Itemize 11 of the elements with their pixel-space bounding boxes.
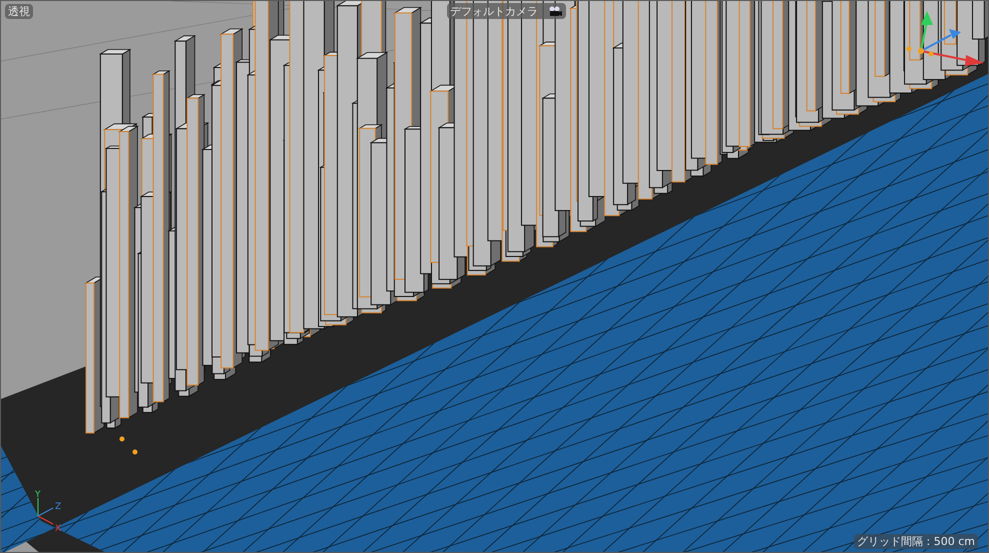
axis-gizmo-drawing [38, 498, 54, 524]
camera-icon [548, 6, 562, 16]
camera-label: デフォルトカメラ [450, 4, 538, 18]
move-gizmo-drawing[interactable] [906, 11, 984, 66]
grid-spacing-label: グリッド間隔 : 500 cm [854, 534, 978, 549]
camera-menu[interactable]: デフォルトカメラ [447, 3, 566, 19]
view-label[interactable]: 透視 [5, 4, 33, 19]
x-axis-label: X [55, 524, 62, 534]
handle-dot-icon [120, 436, 138, 454]
y-axis-label: Y [35, 490, 40, 500]
z-axis-label: Z [55, 502, 62, 512]
